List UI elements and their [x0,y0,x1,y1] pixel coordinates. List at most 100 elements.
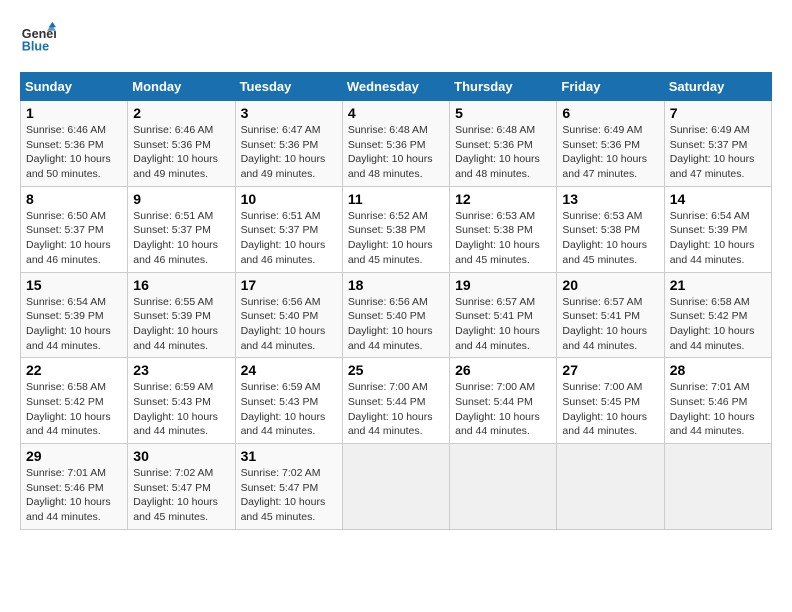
day-number: 30 [133,448,229,464]
day-number: 18 [348,277,444,293]
calendar-week-3: 15 Sunrise: 6:54 AM Sunset: 5:39 PM Dayli… [21,272,772,358]
day-info: Sunrise: 6:56 AM Sunset: 5:40 PM Dayligh… [348,295,444,354]
calendar-week-4: 22 Sunrise: 6:58 AM Sunset: 5:42 PM Dayli… [21,358,772,444]
day-info: Sunrise: 6:54 AM Sunset: 5:39 PM Dayligh… [670,209,766,268]
header-day-sunday: Sunday [21,73,128,101]
day-number: 24 [241,362,337,378]
day-info: Sunrise: 6:57 AM Sunset: 5:41 PM Dayligh… [455,295,551,354]
calendar-cell: 23 Sunrise: 6:59 AM Sunset: 5:43 PM Dayli… [128,358,235,444]
day-number: 10 [241,191,337,207]
calendar-week-1: 1 Sunrise: 6:46 AM Sunset: 5:36 PM Daylig… [21,101,772,187]
calendar-table: SundayMondayTuesdayWednesdayThursdayFrid… [20,72,772,530]
day-info: Sunrise: 6:46 AM Sunset: 5:36 PM Dayligh… [133,123,229,182]
calendar-cell: 16 Sunrise: 6:55 AM Sunset: 5:39 PM Dayli… [128,272,235,358]
calendar-cell: 29 Sunrise: 7:01 AM Sunset: 5:46 PM Dayli… [21,444,128,530]
day-info: Sunrise: 6:53 AM Sunset: 5:38 PM Dayligh… [455,209,551,268]
header-day-friday: Friday [557,73,664,101]
day-info: Sunrise: 6:48 AM Sunset: 5:36 PM Dayligh… [455,123,551,182]
day-info: Sunrise: 6:56 AM Sunset: 5:40 PM Dayligh… [241,295,337,354]
calendar-cell: 21 Sunrise: 6:58 AM Sunset: 5:42 PM Dayli… [664,272,771,358]
day-info: Sunrise: 6:46 AM Sunset: 5:36 PM Dayligh… [26,123,122,182]
day-number: 9 [133,191,229,207]
day-info: Sunrise: 6:54 AM Sunset: 5:39 PM Dayligh… [26,295,122,354]
day-info: Sunrise: 6:50 AM Sunset: 5:37 PM Dayligh… [26,209,122,268]
day-number: 20 [562,277,658,293]
calendar-cell: 4 Sunrise: 6:48 AM Sunset: 5:36 PM Daylig… [342,101,449,187]
calendar-cell: 17 Sunrise: 6:56 AM Sunset: 5:40 PM Dayli… [235,272,342,358]
day-info: Sunrise: 6:49 AM Sunset: 5:37 PM Dayligh… [670,123,766,182]
day-info: Sunrise: 7:00 AM Sunset: 5:44 PM Dayligh… [455,380,551,439]
calendar-cell: 6Sunrise: 6:49 AM Sunset: 5:36 PM Daylig… [557,101,664,187]
calendar-cell: 9 Sunrise: 6:51 AM Sunset: 5:37 PM Daylig… [128,186,235,272]
day-info: Sunrise: 7:01 AM Sunset: 5:46 PM Dayligh… [670,380,766,439]
day-number: 21 [670,277,766,293]
calendar-body: 1 Sunrise: 6:46 AM Sunset: 5:36 PM Daylig… [21,101,772,530]
header-day-wednesday: Wednesday [342,73,449,101]
calendar-week-5: 29 Sunrise: 7:01 AM Sunset: 5:46 PM Dayli… [21,444,772,530]
day-info: Sunrise: 6:59 AM Sunset: 5:43 PM Dayligh… [241,380,337,439]
day-number: 3 [241,105,337,121]
calendar-cell: 18 Sunrise: 6:56 AM Sunset: 5:40 PM Dayli… [342,272,449,358]
calendar-cell: 1 Sunrise: 6:46 AM Sunset: 5:36 PM Daylig… [21,101,128,187]
day-info: Sunrise: 7:02 AM Sunset: 5:47 PM Dayligh… [241,466,337,525]
day-number: 11 [348,191,444,207]
day-info: Sunrise: 6:59 AM Sunset: 5:43 PM Dayligh… [133,380,229,439]
day-info: Sunrise: 6:51 AM Sunset: 5:37 PM Dayligh… [241,209,337,268]
day-number: 25 [348,362,444,378]
day-info: Sunrise: 6:53 AM Sunset: 5:38 PM Dayligh… [562,209,658,268]
day-info: Sunrise: 6:58 AM Sunset: 5:42 PM Dayligh… [670,295,766,354]
logo: General Blue [20,20,60,56]
calendar-cell: 15 Sunrise: 6:54 AM Sunset: 5:39 PM Dayli… [21,272,128,358]
day-number: 16 [133,277,229,293]
day-info: Sunrise: 6:55 AM Sunset: 5:39 PM Dayligh… [133,295,229,354]
day-number: 29 [26,448,122,464]
day-number: 7 [670,105,766,121]
day-info: Sunrise: 7:00 AM Sunset: 5:45 PM Dayligh… [562,380,658,439]
day-number: 8 [26,191,122,207]
calendar-cell: 13 Sunrise: 6:53 AM Sunset: 5:38 PM Dayli… [557,186,664,272]
day-info: Sunrise: 7:01 AM Sunset: 5:46 PM Dayligh… [26,466,122,525]
day-info: Sunrise: 6:57 AM Sunset: 5:41 PM Dayligh… [562,295,658,354]
day-info: Sunrise: 7:00 AM Sunset: 5:44 PM Dayligh… [348,380,444,439]
calendar-cell: 10 Sunrise: 6:51 AM Sunset: 5:37 PM Dayli… [235,186,342,272]
calendar-cell: 28 Sunrise: 7:01 AM Sunset: 5:46 PM Dayli… [664,358,771,444]
day-number: 1 [26,105,122,121]
calendar-cell: 20 Sunrise: 6:57 AM Sunset: 5:41 PM Dayli… [557,272,664,358]
calendar-cell: 14 Sunrise: 6:54 AM Sunset: 5:39 PM Dayli… [664,186,771,272]
calendar-cell: 8 Sunrise: 6:50 AM Sunset: 5:37 PM Daylig… [21,186,128,272]
calendar-cell: 30 Sunrise: 7:02 AM Sunset: 5:47 PM Dayli… [128,444,235,530]
day-info: Sunrise: 6:58 AM Sunset: 5:42 PM Dayligh… [26,380,122,439]
calendar-cell: 19 Sunrise: 6:57 AM Sunset: 5:41 PM Dayli… [450,272,557,358]
header-day-monday: Monday [128,73,235,101]
header-day-saturday: Saturday [664,73,771,101]
header: General Blue [20,20,772,56]
day-number: 17 [241,277,337,293]
day-info: Sunrise: 6:51 AM Sunset: 5:37 PM Dayligh… [133,209,229,268]
header-day-thursday: Thursday [450,73,557,101]
day-number: 4 [348,105,444,121]
day-info: Sunrise: 7:02 AM Sunset: 5:47 PM Dayligh… [133,466,229,525]
day-number: 5 [455,105,551,121]
day-info: Sunrise: 6:52 AM Sunset: 5:38 PM Dayligh… [348,209,444,268]
calendar-cell: 24 Sunrise: 6:59 AM Sunset: 5:43 PM Dayli… [235,358,342,444]
calendar-cell: 31Sunrise: 7:02 AM Sunset: 5:47 PM Dayli… [235,444,342,530]
calendar-cell: 11 Sunrise: 6:52 AM Sunset: 5:38 PM Dayli… [342,186,449,272]
day-number: 27 [562,362,658,378]
day-number: 14 [670,191,766,207]
calendar-cell: 3Sunrise: 6:47 AM Sunset: 5:36 PM Daylig… [235,101,342,187]
day-number: 28 [670,362,766,378]
day-number: 26 [455,362,551,378]
day-number: 13 [562,191,658,207]
calendar-cell: 26 Sunrise: 7:00 AM Sunset: 5:44 PM Dayli… [450,358,557,444]
day-number: 2 [133,105,229,121]
day-number: 19 [455,277,551,293]
header-day-tuesday: Tuesday [235,73,342,101]
day-info: Sunrise: 6:48 AM Sunset: 5:36 PM Dayligh… [348,123,444,182]
day-number: 23 [133,362,229,378]
day-number: 22 [26,362,122,378]
calendar-cell: 27 Sunrise: 7:00 AM Sunset: 5:45 PM Dayli… [557,358,664,444]
day-info: Sunrise: 6:49 AM Sunset: 5:36 PM Dayligh… [562,123,658,182]
calendar-cell: 7 Sunrise: 6:49 AM Sunset: 5:37 PM Daylig… [664,101,771,187]
calendar-week-2: 8 Sunrise: 6:50 AM Sunset: 5:37 PM Daylig… [21,186,772,272]
day-number: 15 [26,277,122,293]
